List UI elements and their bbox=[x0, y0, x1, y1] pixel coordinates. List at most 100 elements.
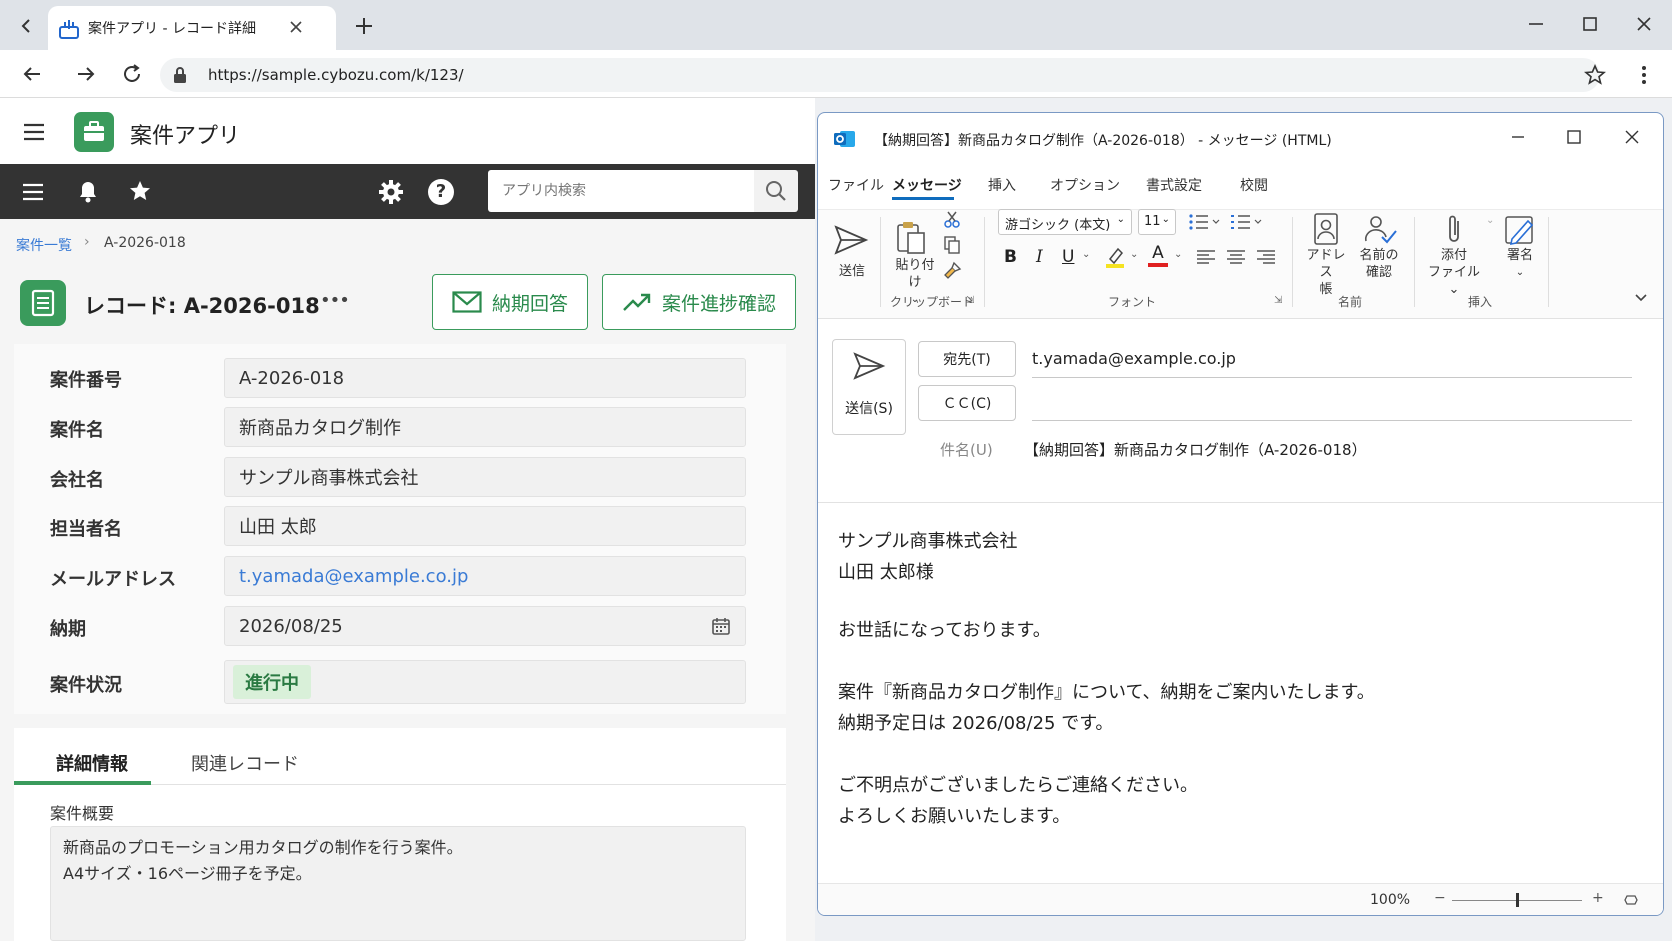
copy-icon[interactable] bbox=[942, 235, 962, 255]
font-size-select[interactable]: 11 ⌄ bbox=[1138, 209, 1176, 235]
bold-button[interactable]: B bbox=[1004, 247, 1017, 267]
menu-format[interactable]: 書式設定 bbox=[1146, 175, 1202, 195]
cc-button[interactable]: ＣＣ(C) bbox=[918, 385, 1016, 421]
to-button[interactable]: 宛先(T) bbox=[918, 341, 1016, 377]
browser-tab[interactable]: 案件アプリ - レコード詳細 bbox=[48, 6, 336, 50]
body-line-greeting: お世話になっております。 bbox=[838, 620, 1051, 641]
tab-details[interactable]: 詳細情報 bbox=[56, 750, 128, 776]
browser-menu-icon[interactable] bbox=[1640, 64, 1648, 86]
maximize-icon[interactable] bbox=[1580, 14, 1600, 34]
global-menu-icon[interactable] bbox=[22, 182, 44, 202]
bullet-list-icon[interactable] bbox=[1188, 213, 1222, 231]
calendar-icon[interactable] bbox=[711, 616, 731, 636]
tab-details-underline bbox=[14, 781, 151, 785]
ribbon-collapse-chevron-icon[interactable] bbox=[1634, 293, 1648, 303]
email-link[interactable]: t.yamada@example.co.jp bbox=[239, 566, 468, 587]
signature-button[interactable]: 署名 ⌄ bbox=[1498, 213, 1542, 293]
tab-close-icon[interactable] bbox=[288, 19, 304, 35]
compose-send-button[interactable]: 送信(S) bbox=[832, 339, 906, 435]
underline-button[interactable]: U bbox=[1062, 247, 1074, 267]
lock-icon[interactable] bbox=[172, 66, 188, 84]
settings-gear-icon[interactable] bbox=[378, 179, 404, 205]
back-arrow-icon[interactable] bbox=[20, 62, 44, 86]
menu-review[interactable]: 校閲 bbox=[1240, 175, 1268, 195]
summary-textarea[interactable]: 新商品のプロモーション用カタログの制作を行う案件。 A4サイズ・16ページ冊子を… bbox=[50, 826, 746, 941]
url-text[interactable]: https://sample.cybozu.com/k/123/ bbox=[208, 66, 464, 84]
outlook-close-icon[interactable] bbox=[1622, 127, 1642, 147]
italic-button[interactable]: I bbox=[1036, 247, 1043, 267]
check-names-button[interactable]: 名前の 確認 bbox=[1354, 213, 1404, 293]
signature-pen-icon bbox=[1505, 216, 1534, 246]
align-left-icon[interactable] bbox=[1196, 249, 1216, 265]
minimize-icon[interactable] bbox=[1526, 14, 1546, 34]
new-tab-icon[interactable] bbox=[354, 16, 374, 36]
field-label-case-number: 案件番号 bbox=[50, 370, 122, 391]
highlighter-icon[interactable] bbox=[1104, 245, 1126, 269]
attach-file-button[interactable]: 添付 ファイル ⌄ bbox=[1422, 213, 1486, 297]
reload-icon[interactable] bbox=[120, 62, 144, 86]
field-label-company: 会社名 bbox=[50, 470, 104, 491]
field-label-email: メールアドレス bbox=[50, 569, 176, 590]
zoom-out-icon[interactable]: − bbox=[1434, 890, 1446, 906]
body-line-closing: よろしくお願いいたします。 bbox=[838, 806, 1071, 827]
app-header bbox=[0, 98, 815, 164]
breadcrumb-parent-link[interactable]: 案件一覧 bbox=[16, 235, 72, 255]
clipboard-launcher-icon[interactable]: ⇲ bbox=[966, 295, 974, 306]
forward-arrow-icon[interactable] bbox=[74, 62, 98, 86]
font-launcher-icon[interactable]: ⇲ bbox=[1274, 295, 1282, 306]
tab-scroll-back-icon[interactable] bbox=[16, 16, 36, 36]
notification-bell-icon[interactable] bbox=[76, 178, 100, 204]
kintone-tab-icon bbox=[58, 18, 80, 40]
summary-line-1: 新商品のプロモーション用カタログの制作を行う案件。 bbox=[63, 838, 463, 857]
attach-dropdown-icon[interactable]: ⌄ bbox=[1486, 215, 1494, 226]
bookmark-star-icon[interactable] bbox=[1584, 64, 1606, 86]
close-window-icon[interactable] bbox=[1634, 14, 1654, 34]
delivery-reply-label: 納期回答 bbox=[491, 292, 568, 315]
paste-button[interactable]: 貼り付け ⌄ bbox=[890, 217, 940, 305]
zoom-percent[interactable]: 100% bbox=[1370, 892, 1410, 908]
status-field: 進行中 bbox=[224, 660, 746, 704]
font-name-select[interactable]: 游ゴシック (本文) ⌄ bbox=[998, 209, 1132, 235]
menu-file[interactable]: ファイル bbox=[828, 175, 884, 195]
font-name-chevron-icon: ⌄ bbox=[1116, 214, 1125, 225]
underline-chevron-icon[interactable]: ⌄ bbox=[1082, 249, 1090, 260]
more-actions-button[interactable]: ••• bbox=[320, 290, 350, 311]
highlighter-chevron-icon[interactable]: ⌄ bbox=[1130, 249, 1138, 260]
delivery-reply-button[interactable]: 納期回答 bbox=[432, 274, 588, 330]
favorite-star-icon[interactable] bbox=[128, 179, 152, 203]
to-field[interactable]: t.yamada@example.co.jp bbox=[1032, 349, 1236, 368]
zoom-in-icon[interactable]: + bbox=[1592, 890, 1604, 906]
outlook-minimize-icon[interactable] bbox=[1508, 127, 1528, 147]
align-right-icon[interactable] bbox=[1256, 249, 1276, 265]
menu-insert[interactable]: 挿入 bbox=[988, 175, 1016, 195]
outlook-maximize-icon[interactable] bbox=[1564, 127, 1584, 147]
numbered-list-icon[interactable] bbox=[1230, 213, 1264, 231]
ribbon-send-label: 送信 bbox=[838, 264, 865, 279]
address-book-button[interactable]: アドレス 帳 bbox=[1302, 213, 1350, 297]
menu-options[interactable]: オプション bbox=[1050, 175, 1120, 195]
font-color-chevron-icon[interactable]: ⌄ bbox=[1174, 249, 1182, 260]
format-painter-icon[interactable] bbox=[942, 261, 962, 281]
mail-envelope-icon bbox=[452, 291, 482, 313]
fit-zoom-icon[interactable] bbox=[1624, 894, 1638, 906]
search-button[interactable] bbox=[754, 170, 798, 212]
signature-chevron-icon[interactable]: ⌄ bbox=[1498, 264, 1542, 281]
tab-related-records[interactable]: 関連レコード bbox=[191, 750, 299, 776]
body-line-recipient: 山田 太郎様 bbox=[838, 562, 934, 583]
cc-field[interactable] bbox=[1032, 393, 1632, 415]
cut-icon[interactable] bbox=[942, 209, 962, 229]
due-date-field[interactable]: 2026/08/25 bbox=[224, 606, 746, 646]
zoom-slider-thumb[interactable] bbox=[1516, 893, 1519, 907]
font-color-button[interactable]: A bbox=[1148, 243, 1168, 269]
menu-message[interactable]: メッセージ bbox=[892, 175, 962, 195]
menu-message-underline bbox=[892, 197, 954, 200]
align-center-icon[interactable] bbox=[1226, 249, 1246, 265]
ribbon-send-button[interactable]: 送信 bbox=[830, 223, 874, 285]
app-search-input[interactable] bbox=[488, 170, 754, 212]
hamburger-menu-icon[interactable] bbox=[22, 122, 46, 142]
help-icon[interactable]: ? bbox=[428, 179, 454, 205]
ribbon-separator bbox=[1292, 217, 1293, 307]
subject-field[interactable]: 【納期回答】新商品カタログ制作（A-2026-018） bbox=[1024, 439, 1367, 460]
summary-label: 案件概要 bbox=[50, 804, 115, 823]
progress-check-button[interactable]: 案件進捗確認 bbox=[602, 274, 796, 330]
